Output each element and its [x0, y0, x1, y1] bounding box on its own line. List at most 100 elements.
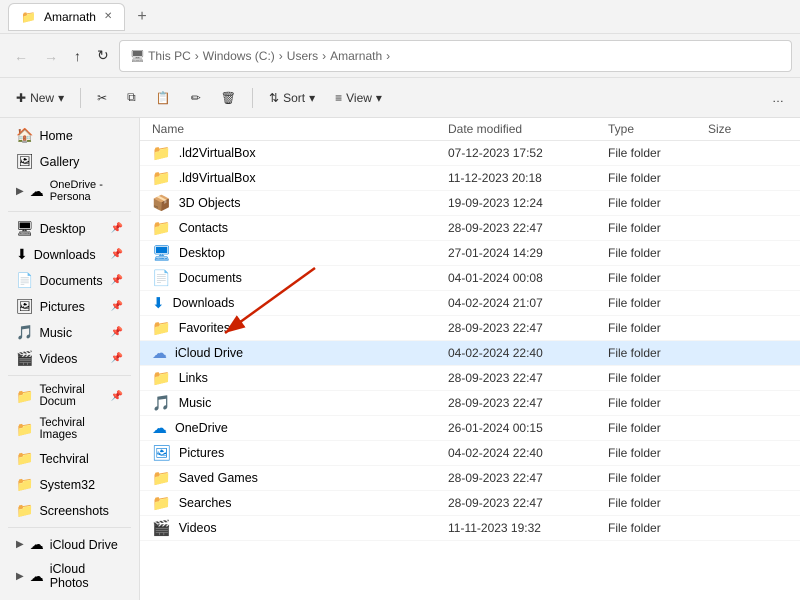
documents-icon: 📄: [16, 272, 33, 289]
file-icon: 📁: [152, 319, 171, 337]
rename-button[interactable]: ✏: [183, 87, 209, 109]
file-type: File folder: [608, 271, 708, 285]
table-row[interactable]: 📁 .ld2VirtualBox 07-12-2023 17:52 File f…: [140, 141, 800, 166]
sidebar-item-onedrive[interactable]: ▶ ☁ OneDrive - Persona: [4, 175, 135, 207]
file-date: 04-02-2024 22:40: [448, 446, 608, 460]
file-name-cell: 📁 Searches: [152, 494, 448, 512]
file-date: 26-01-2024 00:15: [448, 421, 608, 435]
file-name: Desktop: [179, 246, 225, 260]
table-row[interactable]: ☁ iCloud Drive 04-02-2024 22:40 File fol…: [140, 341, 800, 366]
sidebar-item-icloud-photos[interactable]: ▶ ☁ iCloud Photos: [4, 558, 135, 594]
table-row[interactable]: 📁 Saved Games 28-09-2023 22:47 File fold…: [140, 466, 800, 491]
sidebar-techviral-docum-label: Techviral Docum: [39, 384, 104, 408]
file-icon: 🎬: [152, 519, 171, 537]
sidebar-item-gallery[interactable]: 🖼 Gallery: [4, 149, 135, 174]
more-button[interactable]: …: [764, 87, 792, 109]
paste-icon: 📋: [156, 91, 171, 105]
table-row[interactable]: 📁 Searches 28-09-2023 22:47 File folder: [140, 491, 800, 516]
tab[interactable]: 📁 Amarnath ✕: [8, 3, 125, 31]
rename-icon: ✏: [191, 91, 201, 105]
sort-button[interactable]: ⇅ Sort ▾: [261, 87, 323, 109]
sidebar-item-music[interactable]: 🎵 Music 📌: [4, 320, 135, 345]
paste-button[interactable]: 📋: [148, 87, 179, 109]
file-date: 04-01-2024 00:08: [448, 271, 608, 285]
table-row[interactable]: 🎬 Videos 11-11-2023 19:32 File folder: [140, 516, 800, 541]
sidebar-item-documents[interactable]: 📄 Documents 📌: [4, 268, 135, 293]
sort-caret-icon: ▾: [309, 91, 315, 105]
file-type: File folder: [608, 521, 708, 535]
table-row[interactable]: ☁ OneDrive 26-01-2024 00:15 File folder: [140, 416, 800, 441]
breadcrumb-thispc: 🖥 This PC: [130, 49, 191, 63]
file-date: 28-09-2023 22:47: [448, 221, 608, 235]
table-row[interactable]: 📁 Contacts 28-09-2023 22:47 File folder: [140, 216, 800, 241]
table-row[interactable]: 🎵 Music 28-09-2023 22:47 File folder: [140, 391, 800, 416]
sidebar-item-videos[interactable]: 🎬 Videos 📌: [4, 346, 135, 371]
copy-button[interactable]: ⧉: [119, 86, 144, 109]
file-name: Documents: [179, 271, 242, 285]
table-row[interactable]: ⬇ Downloads 04-02-2024 21:07 File folder: [140, 291, 800, 316]
file-name: 3D Objects: [179, 196, 241, 210]
file-date: 07-12-2023 17:52: [448, 146, 608, 160]
file-date: 28-09-2023 22:47: [448, 471, 608, 485]
view-label: View: [346, 91, 372, 105]
file-name: Downloads: [173, 296, 235, 310]
file-name-cell: ⬇ Downloads: [152, 294, 448, 312]
forward-button[interactable]: →: [38, 44, 64, 68]
downloads-icon: ⬇: [16, 246, 28, 263]
sidebar-divider-3: [8, 527, 131, 528]
back-button[interactable]: ←: [8, 44, 34, 68]
sidebar-item-techviral[interactable]: 📁 Techviral: [4, 446, 135, 471]
tab-icon: 📁: [21, 10, 36, 24]
delete-button[interactable]: 🗑: [213, 87, 244, 109]
table-row[interactable]: 📁 .ld9VirtualBox 11-12-2023 20:18 File f…: [140, 166, 800, 191]
onedrive-icon: ☁: [30, 183, 44, 200]
view-button[interactable]: ≡ View ▾: [327, 87, 390, 109]
sidebar-item-screenshots[interactable]: 📁 Screenshots: [4, 498, 135, 523]
table-row[interactable]: 📁 Links 28-09-2023 22:47 File folder: [140, 366, 800, 391]
view-icon: ≡: [335, 91, 342, 105]
new-button[interactable]: ✚ New ▾: [8, 87, 72, 109]
file-icon: 🎵: [152, 394, 171, 412]
sidebar-home-label: Home: [39, 129, 72, 143]
sidebar-item-techviral-docum[interactable]: 📁 Techviral Docum 📌: [4, 380, 135, 412]
sidebar-item-techviral-images[interactable]: 📁 Techviral Images: [4, 413, 135, 445]
file-name: OneDrive: [175, 421, 228, 435]
file-type: File folder: [608, 396, 708, 410]
new-caret-icon: ▾: [58, 91, 64, 105]
sidebar-item-home[interactable]: 🏠 Home: [4, 123, 135, 148]
new-tab-button[interactable]: +: [131, 6, 152, 28]
tab-close[interactable]: ✕: [104, 11, 112, 22]
table-row[interactable]: 📁 Favorites 28-09-2023 22:47 File folder: [140, 316, 800, 341]
file-name-cell: ☁ iCloud Drive: [152, 344, 448, 362]
sidebar-item-icloud-drive[interactable]: ▶ ☁ iCloud Drive: [4, 532, 135, 557]
file-name-cell: 🖼 Pictures: [152, 444, 448, 462]
expand-onedrive-icon: ▶: [16, 186, 24, 197]
file-name-cell: 📁 .ld9VirtualBox: [152, 169, 448, 187]
sidebar-onedrive-label: OneDrive - Persona: [50, 179, 123, 203]
table-row[interactable]: 📦 3D Objects 19-09-2023 12:24 File folde…: [140, 191, 800, 216]
file-type: File folder: [608, 171, 708, 185]
desktop-icon: 🖥: [16, 220, 34, 237]
table-row[interactable]: 🖼 Pictures 04-02-2024 22:40 File folder: [140, 441, 800, 466]
file-date: 04-02-2024 22:40: [448, 346, 608, 360]
sidebar-techviral-label: Techviral: [39, 452, 88, 466]
table-row[interactable]: 🖥 Desktop 27-01-2024 14:29 File folder: [140, 241, 800, 266]
cut-button[interactable]: ✂: [89, 87, 115, 109]
col-type: Type: [608, 122, 708, 136]
breadcrumb[interactable]: 🖥 This PC › Windows (C:) › Users › Amarn…: [119, 40, 792, 72]
table-row[interactable]: 📄 Documents 04-01-2024 00:08 File folder: [140, 266, 800, 291]
pin-icon-documents: 📌: [111, 275, 123, 286]
sidebar-item-system32[interactable]: 📁 System32: [4, 472, 135, 497]
sidebar-screenshots-label: Screenshots: [39, 504, 108, 518]
sidebar-item-downloads[interactable]: ⬇ Downloads 📌: [4, 242, 135, 267]
sort-icon: ⇅: [269, 91, 279, 105]
sidebar-item-pictures[interactable]: 🖼 Pictures 📌: [4, 294, 135, 319]
up-button[interactable]: ↑: [68, 44, 87, 68]
file-date: 11-11-2023 19:32: [448, 521, 608, 535]
techviral-icon: 📁: [16, 450, 33, 467]
sidebar-item-desktop[interactable]: 🖥 Desktop 📌: [4, 216, 135, 241]
file-name: Favorites: [179, 321, 230, 335]
file-icon: ☁: [152, 344, 167, 362]
refresh-button[interactable]: ↻: [91, 43, 115, 68]
file-name: Links: [179, 371, 208, 385]
